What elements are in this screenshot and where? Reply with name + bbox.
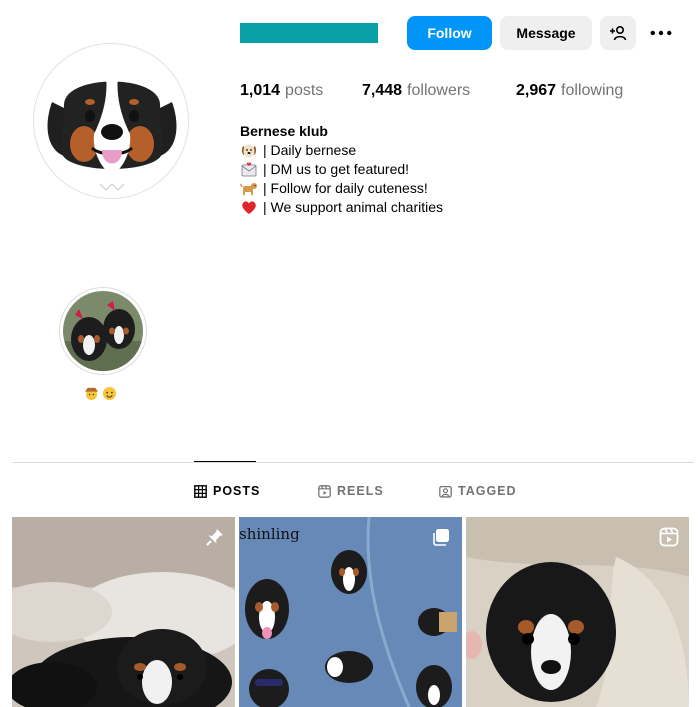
tab-posts-label: POSTS: [213, 484, 261, 498]
highlight-cover-image[interactable]: [63, 291, 143, 371]
post-image-caption: shinling: [239, 525, 300, 543]
pin-icon: [206, 529, 223, 546]
tab-tagged[interactable]: TAGGED: [439, 482, 517, 500]
person-add-icon: [610, 25, 627, 41]
more-options-button[interactable]: [644, 16, 678, 50]
bernese-dog-avatar-icon: [34, 44, 188, 198]
bio-line: | DM us to get featured!: [240, 160, 443, 179]
reels-icon: [318, 484, 331, 498]
smiling-face-icon: [102, 386, 117, 401]
posts-label: posts: [285, 82, 324, 99]
post-thumbnail[interactable]: [12, 517, 235, 707]
bio-line-text: | Daily bernese: [263, 142, 357, 158]
bio-line-text: | Follow for daily cuteness!: [263, 180, 428, 196]
following-label: following: [561, 82, 624, 99]
tagged-icon: [439, 485, 452, 498]
username-redacted: [240, 23, 378, 43]
tabs-divider: [12, 462, 694, 463]
tab-posts[interactable]: POSTS: [194, 482, 260, 500]
tab-reels[interactable]: REELS: [318, 482, 384, 500]
grid-icon: [194, 484, 207, 498]
tab-reels-label: REELS: [337, 484, 384, 498]
bio-line-text: | We support animal charities: [263, 199, 444, 215]
puppy-in-blanket-photo: [466, 517, 689, 707]
followers-link[interactable]: 7,448 followers: [362, 82, 470, 100]
profile-bio: Bernese klub | Daily bernese | DM us to …: [240, 122, 443, 217]
message-button[interactable]: Message: [500, 16, 592, 50]
following-number: 2,967: [516, 82, 557, 99]
posts-count: 1,014 posts: [240, 82, 323, 100]
follow-button[interactable]: Follow: [407, 16, 492, 50]
bio-line: | Follow for daily cuteness!: [240, 179, 443, 198]
envelope-icon: [241, 162, 257, 177]
active-tab-indicator: [194, 461, 256, 462]
profile-display-name: Bernese klub: [240, 123, 328, 139]
tab-tagged-label: TAGGED: [458, 484, 517, 498]
reel-icon: [659, 527, 679, 547]
bio-line-text: | DM us to get featured!: [263, 161, 410, 177]
bio-line: | We support animal charities: [240, 198, 443, 217]
bio-line: | Daily bernese: [240, 141, 443, 160]
following-link[interactable]: 2,967 following: [516, 82, 623, 100]
red-heart-icon: [242, 201, 256, 214]
puppy-on-bed-photo: [12, 517, 235, 707]
denim-dog-pins-photo: [239, 517, 462, 707]
highlight-title: [84, 386, 124, 404]
two-dogs-photo: [63, 291, 143, 371]
followers-number: 7,448: [362, 82, 403, 99]
dog-face-icon: [241, 144, 257, 158]
posts-number: 1,014: [240, 82, 281, 99]
cowboy-face-icon: [84, 387, 99, 401]
post-thumbnail[interactable]: [466, 517, 689, 707]
more-options-icon: [650, 30, 672, 36]
followers-label: followers: [407, 82, 471, 99]
post-thumbnail[interactable]: shinling: [239, 517, 462, 707]
profile-avatar[interactable]: [33, 43, 189, 199]
dog-icon: [240, 183, 257, 195]
carousel-icon: [433, 529, 449, 546]
suggest-accounts-button[interactable]: [600, 16, 636, 50]
